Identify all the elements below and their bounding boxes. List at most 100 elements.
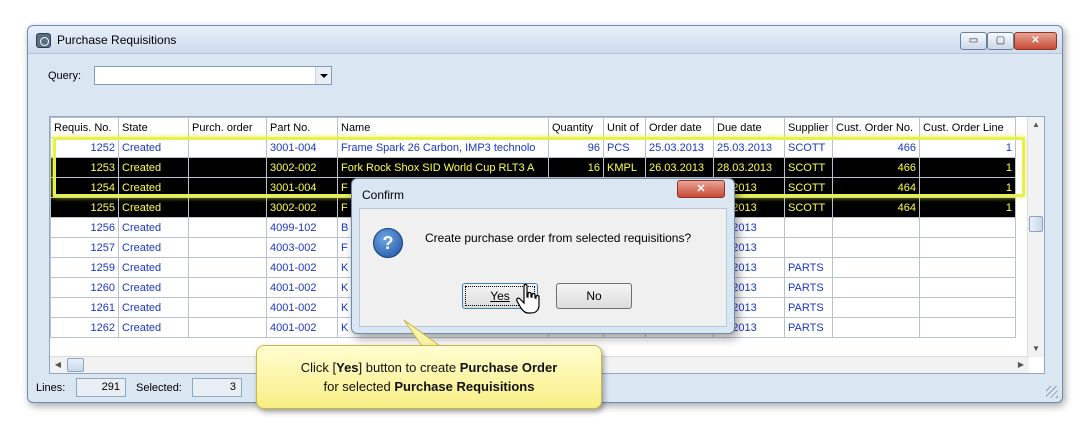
column-header[interactable]: Purch. order [188,117,267,138]
cell-state[interactable]: Created [118,177,189,198]
resize-grip-icon[interactable] [1046,386,1058,398]
cell-requis-no[interactable]: 1256 [50,217,119,238]
cell-supplier[interactable]: PARTS [784,317,833,338]
cell-cust-order-line[interactable]: 1 [919,197,1016,218]
cell-supplier[interactable] [784,237,833,258]
cell-requis-no[interactable]: 1255 [50,197,119,218]
cell-requis-no[interactable]: 1262 [50,317,119,338]
cell-name[interactable]: Fork Rock Shox SID World Cup RLT3 A [337,157,549,178]
column-header[interactable]: Part No. [266,117,338,138]
cell-purch-order[interactable] [188,317,267,338]
cell-state[interactable]: Created [118,237,189,258]
cell-cust-order-line[interactable]: 1 [919,157,1016,178]
cell-unit[interactable]: KMPL [603,157,646,178]
column-header[interactable]: Unit of [603,117,646,138]
column-header[interactable]: Quantity [548,117,604,138]
cell-cust-order-no[interactable] [832,217,920,238]
cell-state[interactable]: Created [118,157,189,178]
cell-supplier[interactable]: SCOTT [784,157,833,178]
cell-part-no[interactable]: 3002-002 [266,197,338,218]
cell-order-date[interactable]: 26.03.2013 [645,157,714,178]
cell-cust-order-no[interactable] [832,277,920,298]
table-row[interactable]: 1252 Created 3001-004 Frame Spark 26 Carbon… [50,137,1016,158]
scroll-right-icon[interactable]: ▶ [1013,357,1029,373]
scroll-left-icon[interactable]: ◀ [50,357,66,373]
cell-state[interactable]: Created [118,257,189,278]
column-header[interactable]: Cust. Order Line [919,117,1016,138]
cell-requis-no[interactable]: 1252 [50,137,119,158]
scroll-up-icon[interactable]: ▲ [1028,117,1044,133]
cell-purch-order[interactable] [188,137,267,158]
cell-cust-order-no[interactable] [832,257,920,278]
column-header[interactable]: Cust. Order No. [832,117,920,138]
cell-purch-order[interactable] [188,197,267,218]
cell-requis-no[interactable]: 1260 [50,277,119,298]
cell-part-no[interactable]: 4099-102 [266,217,338,238]
cell-cust-order-no[interactable] [832,237,920,258]
chevron-down-icon[interactable] [315,67,331,84]
horizontal-scroll-thumb[interactable] [67,358,84,372]
cell-due-date[interactable]: 28.03.2013 [713,157,785,178]
cell-supplier[interactable]: PARTS [784,297,833,318]
cell-part-no[interactable]: 4001-002 [266,257,338,278]
cell-state[interactable]: Created [118,217,189,238]
cell-cust-order-line[interactable] [919,317,1016,338]
cell-supplier[interactable]: SCOTT [784,197,833,218]
cell-supplier[interactable]: SCOTT [784,137,833,158]
vertical-scrollbar[interactable]: ▲ ▼ [1027,117,1044,357]
cell-cust-order-no[interactable]: 464 [832,197,920,218]
dialog-close-button[interactable]: ✕ [677,180,725,198]
cell-requis-no[interactable]: 1257 [50,237,119,258]
cell-quantity[interactable]: 96 [548,137,604,158]
cell-part-no[interactable]: 4001-002 [266,297,338,318]
cell-quantity[interactable]: 16 [548,157,604,178]
cell-cust-order-line[interactable] [919,257,1016,278]
cell-purch-order[interactable] [188,157,267,178]
cell-part-no[interactable]: 3002-002 [266,157,338,178]
cell-part-no[interactable]: 3001-004 [266,137,338,158]
cell-cust-order-line[interactable]: 1 [919,177,1016,198]
cell-purch-order[interactable] [188,237,267,258]
column-header[interactable]: Supplier [784,117,833,138]
cell-requis-no[interactable]: 1253 [50,157,119,178]
cell-supplier[interactable] [784,217,833,238]
column-header[interactable]: Name [337,117,549,138]
cell-part-no[interactable]: 4003-002 [266,237,338,258]
cell-unit[interactable]: PCS [603,137,646,158]
cell-purch-order[interactable] [188,177,267,198]
cell-cust-order-no[interactable]: 466 [832,137,920,158]
cell-purch-order[interactable] [188,217,267,238]
cell-state[interactable]: Created [118,277,189,298]
column-header[interactable]: Due date [713,117,785,138]
cell-cust-order-line[interactable] [919,237,1016,258]
close-button[interactable]: ✕ [1014,32,1057,50]
cell-supplier[interactable]: PARTS [784,277,833,298]
cell-order-date[interactable]: 25.03.2013 [645,137,714,158]
minimize-button[interactable]: ▭ [960,32,987,50]
table-row[interactable]: 1253 Created 3002-002 Fork Rock Shox SID Wo… [50,157,1016,178]
cell-purch-order[interactable] [188,277,267,298]
column-header[interactable]: State [118,117,189,138]
cell-cust-order-no[interactable]: 464 [832,177,920,198]
title-bar[interactable]: Purchase Requisitions ▭ ▢ ✕ [28,26,1062,54]
cell-cust-order-line[interactable]: 1 [919,137,1016,158]
cell-cust-order-line[interactable] [919,277,1016,298]
cell-requis-no[interactable]: 1261 [50,297,119,318]
cell-part-no[interactable]: 3001-004 [266,177,338,198]
cell-due-date[interactable]: 25.03.2013 [713,137,785,158]
cell-supplier[interactable]: SCOTT [784,177,833,198]
no-button[interactable]: No [556,283,632,309]
cell-state[interactable]: Created [118,297,189,318]
cell-purch-order[interactable] [188,257,267,278]
cell-requis-no[interactable]: 1259 [50,257,119,278]
cell-purch-order[interactable] [188,297,267,318]
cell-cust-order-line[interactable] [919,217,1016,238]
column-header[interactable]: Order date [645,117,714,138]
cell-supplier[interactable]: PARTS [784,257,833,278]
scroll-down-icon[interactable]: ▼ [1028,341,1044,357]
cell-cust-order-line[interactable] [919,297,1016,318]
maximize-button[interactable]: ▢ [987,32,1014,50]
cell-state[interactable]: Created [118,317,189,338]
cell-state[interactable]: Created [118,197,189,218]
column-header[interactable]: Requis. No. [50,117,119,138]
